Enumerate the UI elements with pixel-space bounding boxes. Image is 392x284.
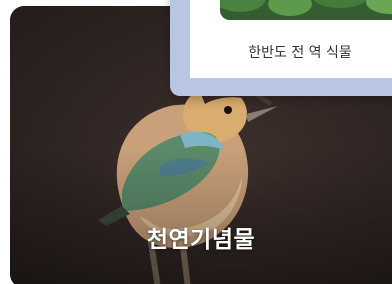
- card-caption: 한반도 전 역 식물: [248, 45, 352, 61]
- card-title: 천연기념물: [146, 227, 256, 253]
- korean-flora-card[interactable]: 한반도 전 역 식물: [170, 0, 392, 96]
- card-carousel: 천연기념물 한반도 전 역 식물: [0, 0, 392, 284]
- plant-photo: [220, 0, 392, 20]
- card-body: 한반도 전 역 식물: [190, 0, 392, 78]
